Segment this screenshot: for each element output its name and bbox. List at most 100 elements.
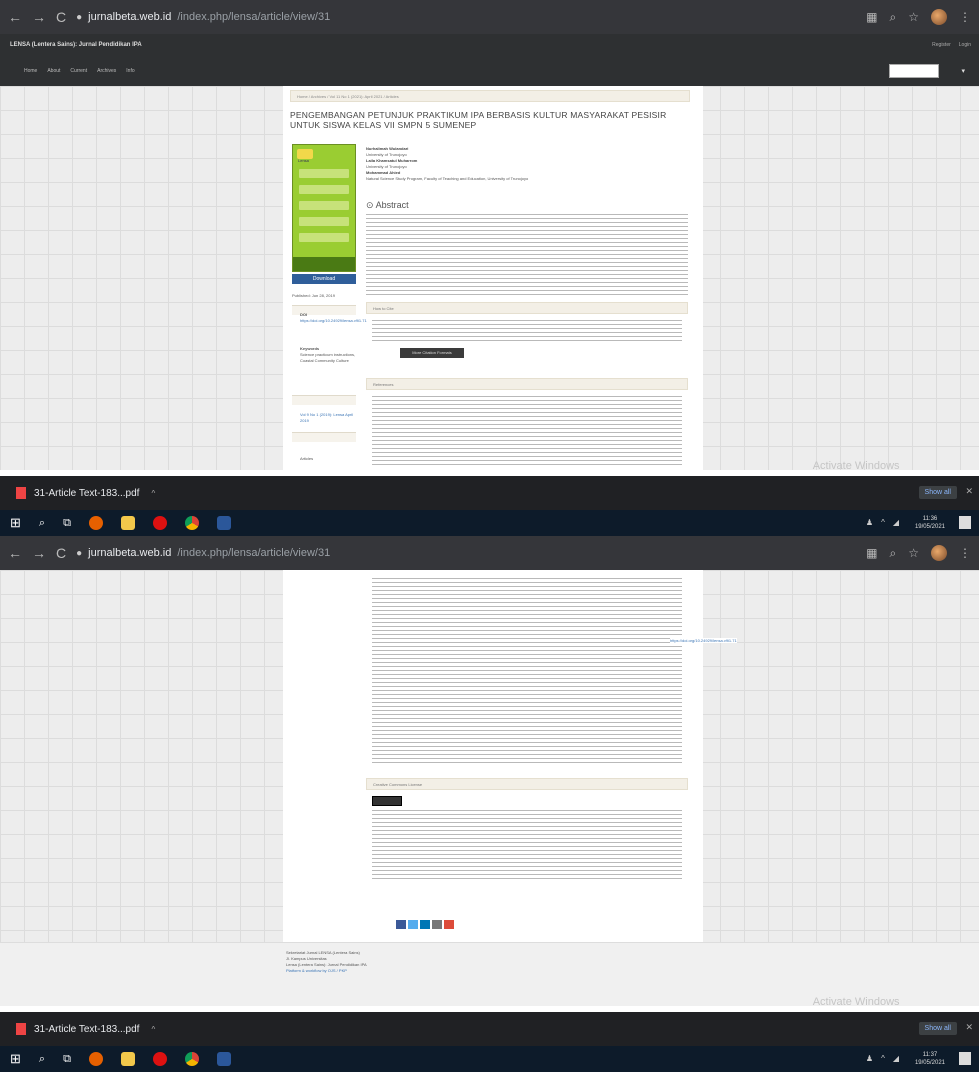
notification-icon[interactable] bbox=[959, 1052, 971, 1065]
back-button[interactable]: ← bbox=[8, 545, 22, 561]
person-icon[interactable]: ♟ bbox=[866, 1054, 873, 1063]
search-dropdown-button[interactable]: ▾ bbox=[961, 67, 965, 75]
watermark-line1: Activate Windows bbox=[812, 996, 900, 1008]
chevron-up-icon[interactable]: ^ bbox=[151, 489, 155, 498]
pdf-file-icon bbox=[16, 1023, 26, 1035]
kebab-menu-icon[interactable]: ⋮ bbox=[959, 546, 971, 560]
windows-start-icon[interactable]: ⊞ bbox=[10, 1051, 21, 1067]
menu-current[interactable]: Current bbox=[70, 68, 87, 74]
menu-about[interactable]: About bbox=[47, 68, 60, 74]
zoom-icon[interactable]: ⌕ bbox=[890, 546, 897, 561]
breadcrumb: Home / Archives / Vol 11 No 1 (2021): Ap… bbox=[290, 90, 690, 102]
back-button[interactable]: ← bbox=[8, 9, 22, 25]
address-bar[interactable]: ● jurnalbeta.web.id/index.php/lensa/arti… bbox=[76, 542, 866, 564]
url-path: /index.php/lensa/article/view/31 bbox=[177, 11, 331, 23]
register-link[interactable]: Register bbox=[932, 42, 951, 48]
site-title[interactable]: LENSA (Lentera Sains): Jurnal Pendidikan… bbox=[10, 42, 142, 48]
task-view-icon[interactable]: ⧉ bbox=[63, 517, 71, 530]
reload-button[interactable]: C bbox=[56, 9, 66, 25]
clock[interactable]: 11:36 19/05/2021 bbox=[915, 515, 945, 531]
cover-logo: Lensa bbox=[297, 149, 313, 163]
address-bar[interactable]: ● jurnalbeta.web.id/index.php/lensa/arti… bbox=[76, 6, 866, 28]
footer-info: Sekretariat Jurnal LENSA (Lentera Sains)… bbox=[286, 950, 406, 974]
download-file-name[interactable]: 31-Article Text-183...pdf bbox=[34, 488, 139, 499]
translate-icon[interactable]: ▦ bbox=[866, 10, 877, 24]
issue-link[interactable]: Vol 9 No 1 (2019): Lensa April 2019 bbox=[300, 412, 356, 424]
opera-icon[interactable] bbox=[152, 516, 167, 530]
opera-icon[interactable] bbox=[152, 1052, 167, 1066]
cover-band bbox=[299, 169, 349, 178]
linkedin-share-icon[interactable] bbox=[420, 920, 430, 929]
file-explorer-icon[interactable] bbox=[120, 516, 135, 530]
star-icon[interactable]: ☆ bbox=[908, 10, 919, 24]
reference-url-link[interactable]: https://doi.org/10.24929/lensa.v9i1.71 bbox=[670, 638, 737, 643]
clock[interactable]: 11:37 19/05/2021 bbox=[915, 1051, 945, 1067]
site-header: LENSA (Lentera Sains): Jurnal Pendidikan… bbox=[0, 34, 979, 86]
browser-actions: ▦ ⌕ ☆ ⋮ bbox=[866, 545, 971, 561]
firefox-icon[interactable] bbox=[88, 1052, 103, 1066]
search-icon[interactable]: ⌕ bbox=[39, 517, 45, 530]
close-icon[interactable]: ✕ bbox=[965, 1022, 973, 1033]
login-link[interactable]: Login bbox=[959, 42, 971, 48]
search-input[interactable] bbox=[889, 64, 939, 78]
footer-platform-link[interactable]: Platform & workflow by OJS / PKP bbox=[286, 968, 406, 974]
close-icon[interactable]: ✕ bbox=[965, 486, 973, 497]
cover-band bbox=[299, 217, 349, 226]
menu-home[interactable]: Home bbox=[24, 68, 37, 74]
word-icon[interactable] bbox=[216, 1052, 231, 1066]
word-icon[interactable] bbox=[216, 516, 231, 530]
browser-nav: ← → C bbox=[8, 545, 66, 561]
zoom-icon[interactable]: ⌕ bbox=[890, 10, 897, 25]
chevron-up-icon[interactable]: ^ bbox=[881, 1054, 885, 1063]
network-icon[interactable]: ◢ bbox=[893, 518, 899, 527]
menu-info[interactable]: Info bbox=[126, 68, 134, 74]
downloads-bar: 31-Article Text-183...pdf ^ Show all ✕ bbox=[0, 1012, 979, 1046]
notification-icon[interactable] bbox=[959, 516, 971, 529]
email-share-icon[interactable] bbox=[432, 920, 442, 929]
chrome-icon[interactable] bbox=[184, 1052, 199, 1066]
screenshot-top: ← → C ● jurnalbeta.web.id/index.php/lens… bbox=[0, 0, 979, 536]
doi-link[interactable]: https://doi.org/10.24929/lensa.v9i1.71 bbox=[300, 318, 367, 324]
pdf-file-icon bbox=[16, 487, 26, 499]
menu-archives[interactable]: Archives bbox=[97, 68, 116, 74]
show-all-button[interactable]: Show all bbox=[918, 486, 957, 499]
network-icon[interactable]: ◢ bbox=[893, 1054, 899, 1063]
author-affiliation: Natural Science Study Program, Faculty o… bbox=[366, 176, 529, 181]
references-list bbox=[372, 396, 682, 468]
chevron-up-icon[interactable]: ^ bbox=[151, 1025, 155, 1034]
watermark-line1: Activate Windows bbox=[812, 460, 900, 472]
firefox-icon[interactable] bbox=[88, 516, 103, 530]
download-pdf-button[interactable]: Download bbox=[292, 274, 356, 284]
file-explorer-icon[interactable] bbox=[120, 1052, 135, 1066]
show-all-button[interactable]: Show all bbox=[918, 1022, 957, 1035]
forward-button[interactable]: → bbox=[32, 9, 46, 25]
license-text bbox=[372, 810, 682, 882]
url-path: /index.php/lensa/article/view/31 bbox=[177, 547, 331, 559]
creative-commons-badge[interactable] bbox=[372, 796, 402, 806]
translate-icon[interactable]: ▦ bbox=[866, 546, 877, 560]
forward-button[interactable]: → bbox=[32, 545, 46, 561]
windows-start-icon[interactable]: ⊞ bbox=[10, 515, 21, 531]
search-icon[interactable]: ⌕ bbox=[39, 1053, 45, 1066]
kebab-menu-icon[interactable]: ⋮ bbox=[959, 10, 971, 24]
download-file-name[interactable]: 31-Article Text-183...pdf bbox=[34, 1024, 139, 1035]
chrome-icon[interactable] bbox=[184, 516, 199, 530]
doi-block: DOI https://doi.org/10.24929/lensa.v9i1.… bbox=[300, 312, 367, 324]
more-citation-formats-button[interactable]: More Citation Formats bbox=[400, 348, 464, 358]
task-view-icon[interactable]: ⧉ bbox=[63, 1053, 71, 1066]
chevron-up-icon[interactable]: ^ bbox=[881, 518, 885, 527]
profile-avatar[interactable] bbox=[931, 9, 947, 25]
facebook-share-icon[interactable] bbox=[396, 920, 406, 929]
profile-avatar[interactable] bbox=[931, 545, 947, 561]
keywords-value: Science practicum instructions, Coastal … bbox=[300, 352, 356, 363]
plus-share-icon[interactable] bbox=[444, 920, 454, 929]
star-icon[interactable]: ☆ bbox=[908, 546, 919, 560]
cover-band bbox=[299, 233, 349, 242]
published-date: Published: Jun 28, 2019 bbox=[292, 293, 335, 298]
person-icon[interactable]: ♟ bbox=[866, 518, 873, 527]
issue-cover-image[interactable]: Lensa bbox=[292, 144, 356, 272]
cover-band bbox=[299, 185, 349, 194]
twitter-share-icon[interactable] bbox=[408, 920, 418, 929]
license-header: Creative Commons License bbox=[366, 778, 688, 790]
reload-button[interactable]: C bbox=[56, 545, 66, 561]
